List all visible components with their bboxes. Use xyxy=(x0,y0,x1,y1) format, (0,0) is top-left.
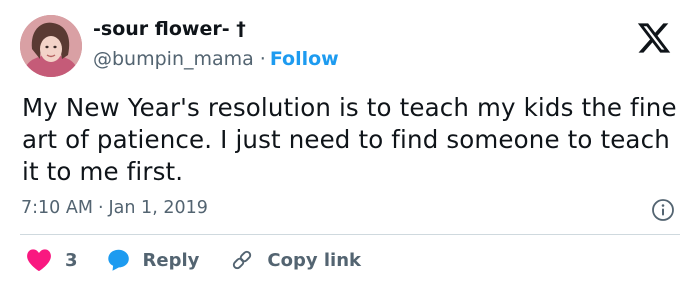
tweet-date: Jan 1, 2019 xyxy=(108,198,208,218)
author-display-name[interactable]: -sour flower- † xyxy=(93,18,246,40)
timestamp-separator: · xyxy=(97,198,104,218)
avatar-photo xyxy=(20,15,82,77)
copy-link-button[interactable]: Copy link xyxy=(229,248,361,272)
tweet-time: 7:10 AM xyxy=(21,198,93,218)
like-button[interactable]: 3 xyxy=(26,248,106,272)
link-icon xyxy=(233,250,252,270)
handle-separator: · xyxy=(259,48,266,70)
action-bar: 3 Reply Copy link xyxy=(26,246,361,274)
heart-icon xyxy=(27,249,51,272)
copy-link-label: Copy link xyxy=(267,249,361,271)
tweet-text: My New Year's resolution is to teach my … xyxy=(22,93,677,186)
tweet-timestamp[interactable]: 7:10 AM · Jan 1, 2019 xyxy=(21,198,208,218)
x-logo-icon[interactable] xyxy=(634,20,674,56)
divider xyxy=(20,234,680,235)
avatar[interactable] xyxy=(20,15,82,77)
follow-button[interactable]: Follow xyxy=(270,48,339,70)
info-icon[interactable] xyxy=(651,198,675,222)
reply-label: Reply xyxy=(142,249,200,271)
reply-button[interactable]: Reply xyxy=(106,248,230,272)
author-handle-row: @bumpin_mama · Follow xyxy=(93,48,339,70)
author-handle[interactable]: @bumpin_mama xyxy=(93,48,254,70)
like-count: 3 xyxy=(65,249,78,271)
speech-bubble-icon xyxy=(107,249,129,271)
